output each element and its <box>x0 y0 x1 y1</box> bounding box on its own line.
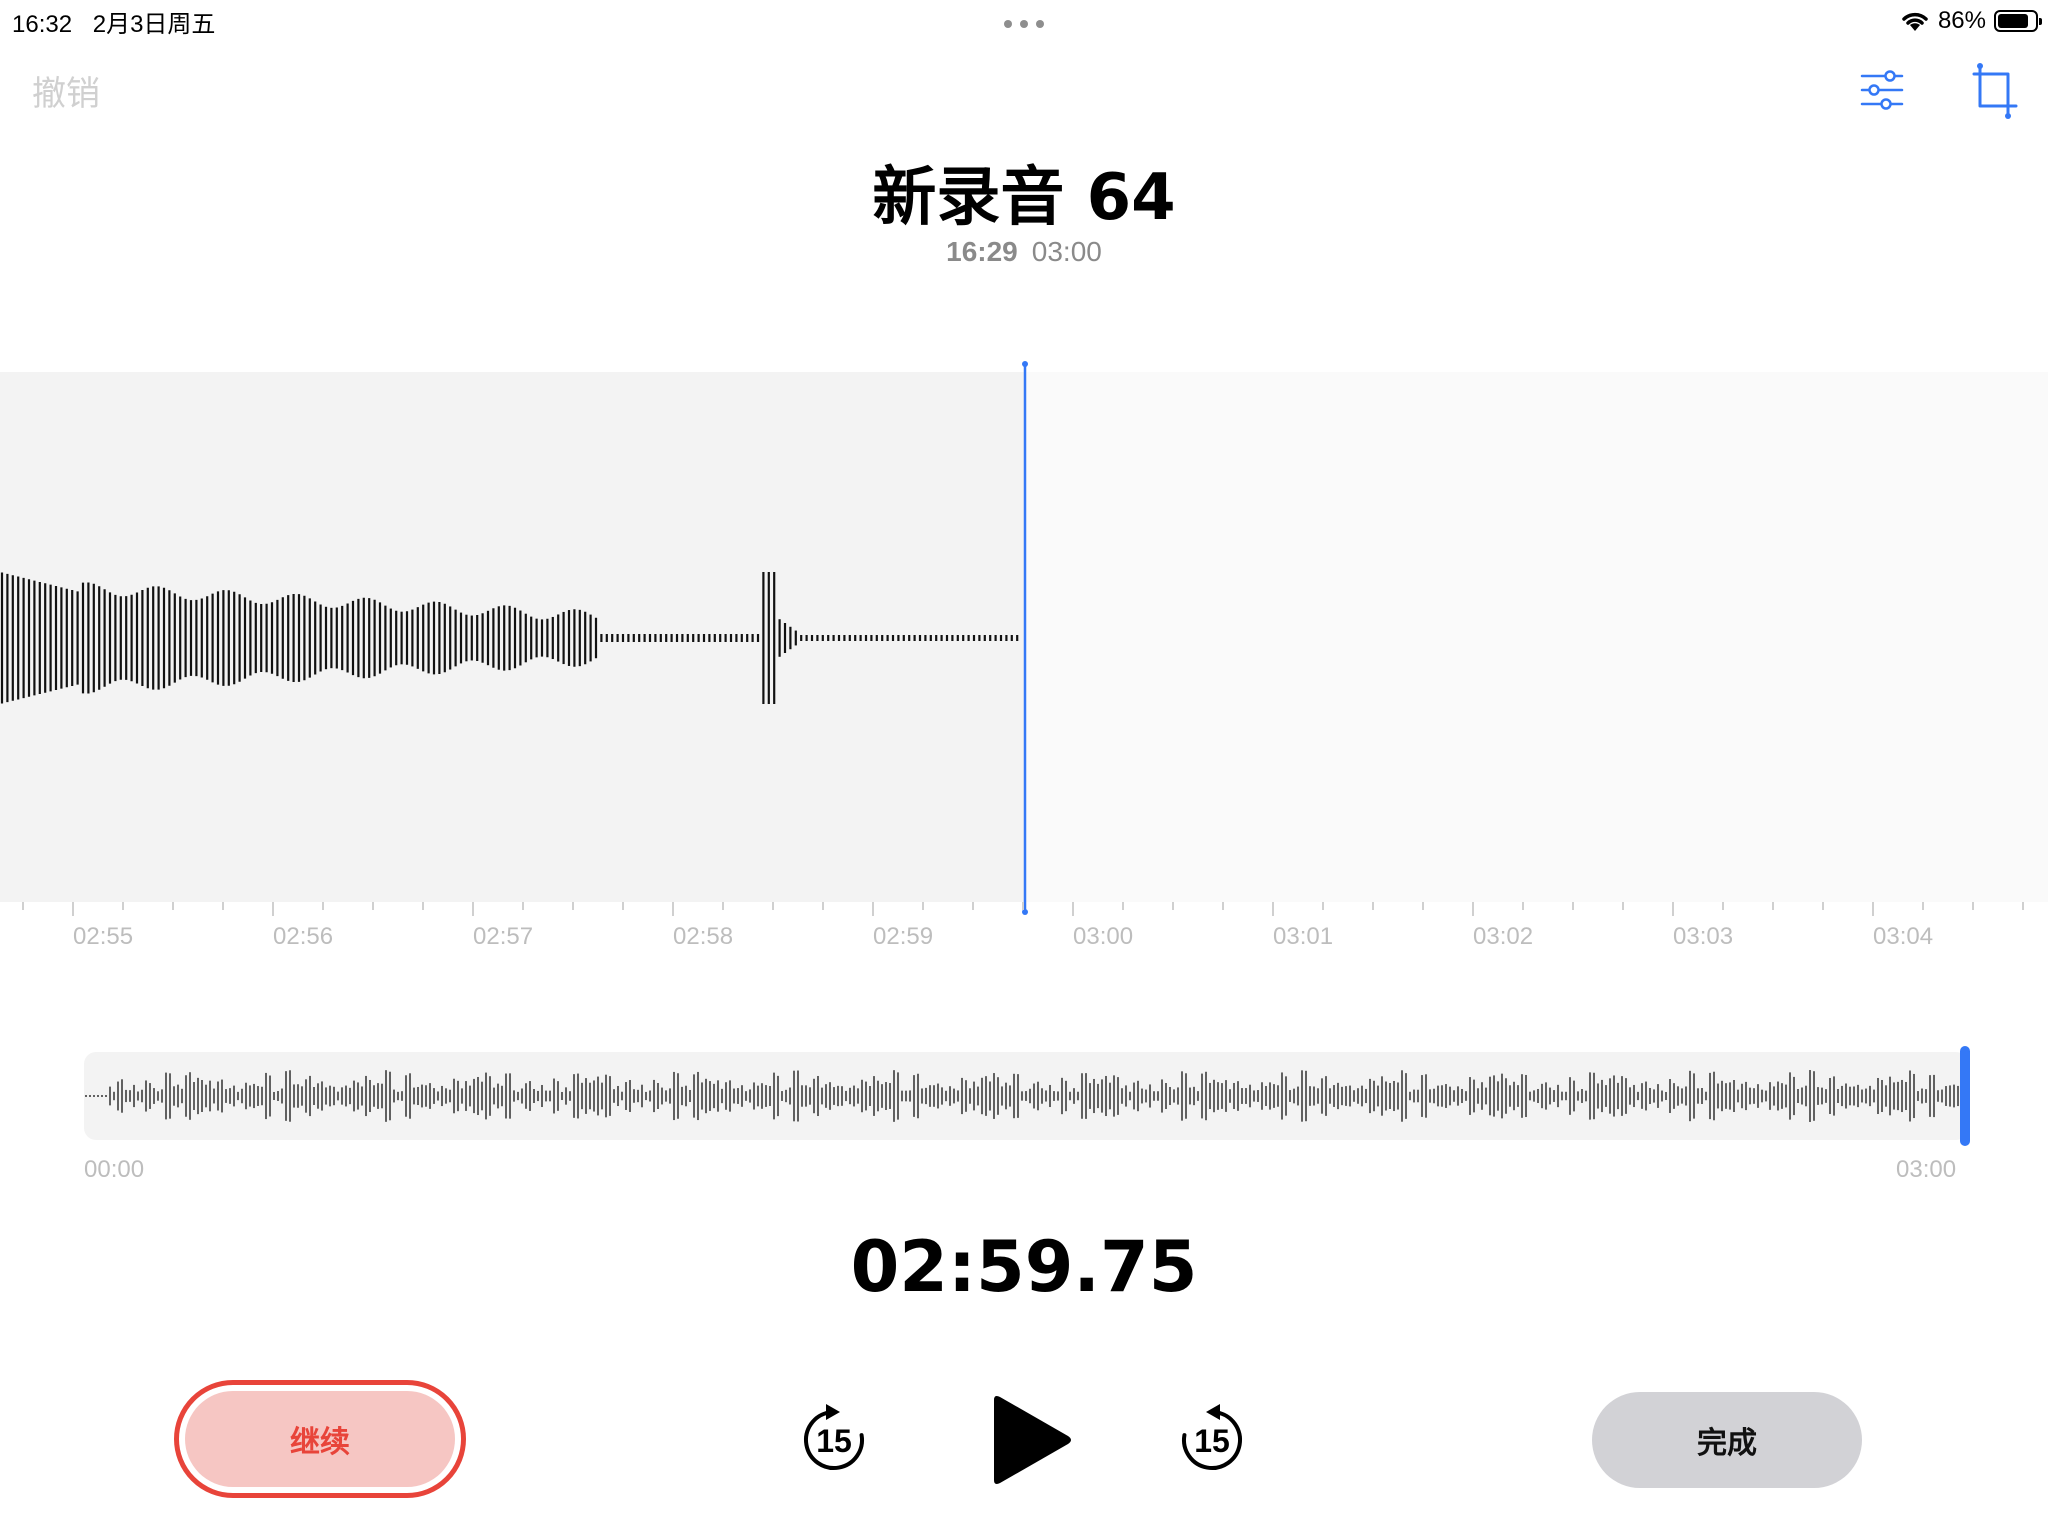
overview-position-handle[interactable] <box>1960 1046 1970 1146</box>
skip-forward-15-icon[interactable]: 15 <box>1174 1400 1250 1480</box>
status-indicators: 86% <box>1900 4 2042 38</box>
recording-meta: 16:29 03:00 <box>0 236 2048 268</box>
status-time: 16:32 <box>12 11 73 38</box>
ruler-label: 02:55 <box>73 923 133 950</box>
playhead[interactable] <box>1022 360 1028 916</box>
ruler-label: 03:03 <box>1673 923 1733 950</box>
ruler-label: 03:00 <box>1073 923 1133 950</box>
recording-duration: 03:00 <box>1031 236 1102 267</box>
ruler-label: 03:01 <box>1273 923 1333 950</box>
overview-start-label: 00:00 <box>84 1156 145 1183</box>
time-ruler: 02:55 02:56 02:57 02:58 02:59 03:00 03:01 03:02… <box>22 902 2024 950</box>
skip-forward-label: 15 <box>1194 1423 1230 1459</box>
trim-icon[interactable] <box>1972 62 2020 120</box>
battery-icon <box>1994 10 2042 32</box>
status-date: 2月3日周五 <box>92 11 216 38</box>
battery-percent: 86% <box>1937 7 1986 34</box>
ruler-label: 03:04 <box>1873 923 1933 950</box>
recording-start-time: 16:29 <box>946 236 1018 267</box>
wifi-icon <box>1902 12 1928 31</box>
play-icon[interactable] <box>984 1392 1074 1488</box>
resume-button[interactable]: 继续 <box>174 1380 466 1498</box>
done-button[interactable]: 完成 <box>1592 1392 1862 1488</box>
ruler-label: 02:59 <box>873 923 933 950</box>
more-dots-icon[interactable] <box>1000 0 1048 40</box>
main-waveform[interactable] <box>0 372 1024 902</box>
undo-button[interactable]: 撤销 <box>32 66 100 115</box>
recording-title[interactable]: 新录音 64 <box>0 146 2048 238</box>
battery-fill <box>1998 14 2029 28</box>
ruler-label: 02:58 <box>673 923 733 950</box>
ruler-label: 02:57 <box>473 923 533 950</box>
status-time-date: 16:32 2月3日周五 <box>12 4 215 39</box>
waveform-future-region <box>1024 372 2048 902</box>
ruler-label: 03:02 <box>1473 923 1533 950</box>
current-time: 02:59.75 <box>850 1226 1198 1308</box>
overview-waveform[interactable] <box>84 1052 1968 1140</box>
ruler-label: 02:56 <box>273 923 333 950</box>
skip-back-label: 15 <box>816 1423 852 1459</box>
skip-back-15-icon[interactable]: 15 <box>796 1400 872 1480</box>
overview-end-label: 03:00 <box>1896 1156 1957 1183</box>
sliders-icon[interactable] <box>1860 68 1904 112</box>
resume-label: 继续 <box>185 1391 455 1487</box>
